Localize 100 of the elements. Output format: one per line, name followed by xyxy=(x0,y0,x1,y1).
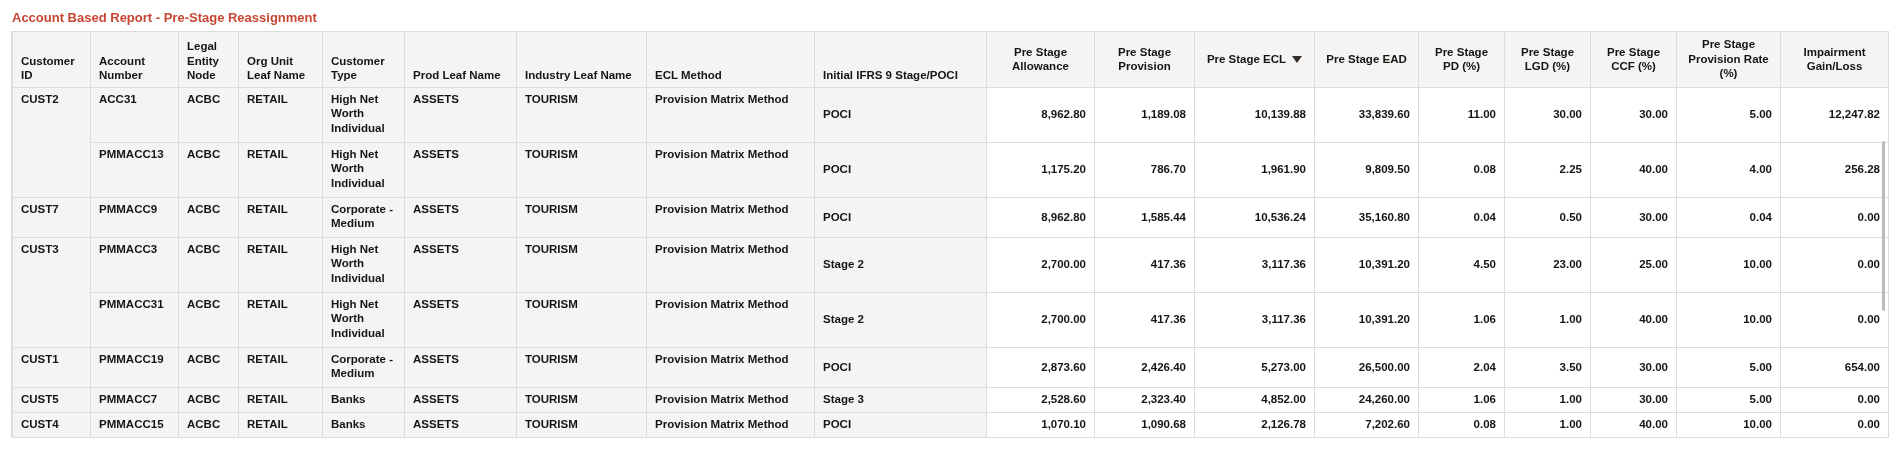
table-cell: Provision Matrix Method xyxy=(646,197,815,238)
table-cell: High Net Worth Individual xyxy=(322,292,405,348)
table-cell: 30.00 xyxy=(1504,87,1591,143)
table-cell: ACBC xyxy=(178,292,239,348)
table-cell: 0.00 xyxy=(1780,237,1889,293)
column-header[interactable]: Pre Stage EAD xyxy=(1314,31,1419,88)
table-cell: 5.00 xyxy=(1676,347,1781,388)
table-cell: 3.50 xyxy=(1504,347,1591,388)
table-cell: Corporate - Medium xyxy=(322,197,405,238)
column-header[interactable]: Impairment Gain/Loss xyxy=(1780,31,1889,88)
table-cell: 0.04 xyxy=(1676,197,1781,238)
table-cell: POCI xyxy=(814,412,987,438)
table-cell: 654.00 xyxy=(1780,347,1889,388)
table-cell: ASSETS xyxy=(404,237,517,293)
table-cell: 35,160.80 xyxy=(1314,197,1419,238)
table-cell: TOURISM xyxy=(516,142,647,198)
table-cell: 1,585.44 xyxy=(1094,197,1195,238)
table-cell: ASSETS xyxy=(404,197,517,238)
table-cell: 4.00 xyxy=(1676,142,1781,198)
table-cell: 30.00 xyxy=(1590,87,1677,143)
table-cell: 417.36 xyxy=(1094,237,1195,293)
table-cell: PMMACC9 xyxy=(90,197,179,238)
table-cell: High Net Worth Individual xyxy=(322,142,405,198)
column-header[interactable]: Pre Stage LGD (%) xyxy=(1504,31,1591,88)
table-cell: 26,500.00 xyxy=(1314,347,1419,388)
table-cell: 1.00 xyxy=(1504,412,1591,438)
table-cell: TOURISM xyxy=(516,292,647,348)
table-cell: 11.00 xyxy=(1418,87,1505,143)
table-cell: 3,117.36 xyxy=(1194,237,1315,293)
table-cell: 786.70 xyxy=(1094,142,1195,198)
table-cell: High Net Worth Individual xyxy=(322,87,405,143)
table-cell: RETAIL xyxy=(238,387,323,413)
table-cell: 9,809.50 xyxy=(1314,142,1419,198)
table-cell: 0.00 xyxy=(1780,197,1889,238)
table-cell: 2,323.40 xyxy=(1094,387,1195,413)
table-cell: 1.06 xyxy=(1418,292,1505,348)
table-cell: 8,962.80 xyxy=(986,197,1095,238)
table-cell: Stage 3 xyxy=(814,387,987,413)
table-cell: 2,426.40 xyxy=(1094,347,1195,388)
column-header[interactable]: Pre Stage Provision Rate (%) xyxy=(1676,31,1781,88)
table-cell: 0.00 xyxy=(1780,412,1889,438)
column-header[interactable]: Org Unit Leaf Name xyxy=(238,31,323,88)
table-cell: Provision Matrix Method xyxy=(646,412,815,438)
table-cell: POCI xyxy=(814,87,987,143)
table-cell: Stage 2 xyxy=(814,292,987,348)
table-cell: 2,873.60 xyxy=(986,347,1095,388)
scrollbar-thumb[interactable] xyxy=(1882,140,1885,311)
table-cell: PMMACC13 xyxy=(90,142,179,198)
table-cell: ACBC xyxy=(178,237,239,293)
table-cell: PMMACC3 xyxy=(90,237,179,293)
column-header[interactable]: Prod Leaf Name xyxy=(404,31,517,88)
table-cell: 10,391.20 xyxy=(1314,237,1419,293)
table-cell: Provision Matrix Method xyxy=(646,142,815,198)
report-title: Account Based Report - Pre-Stage Reassignment xyxy=(11,9,318,27)
column-header[interactable]: Pre Stage ECL xyxy=(1194,31,1315,88)
table-cell: 2,700.00 xyxy=(986,237,1095,293)
table-cell: High Net Worth Individual xyxy=(322,237,405,293)
table-cell: ASSETS xyxy=(404,142,517,198)
table-cell: RETAIL xyxy=(238,292,323,348)
table-cell: 1,090.68 xyxy=(1094,412,1195,438)
column-header[interactable]: Customer ID xyxy=(12,31,91,88)
table-cell: 33,839.60 xyxy=(1314,87,1419,143)
table-cell: 1.00 xyxy=(1504,387,1591,413)
table-cell: 4,852.00 xyxy=(1194,387,1315,413)
table-cell: 256.28 xyxy=(1780,142,1889,198)
table-cell: ASSETS xyxy=(404,412,517,438)
table-cell: 5.00 xyxy=(1676,87,1781,143)
table-cell: RETAIL xyxy=(238,237,323,293)
column-header[interactable]: Pre Stage CCF (%) xyxy=(1590,31,1677,88)
column-header[interactable]: ECL Method xyxy=(646,31,815,88)
table-cell: 1,961.90 xyxy=(1194,142,1315,198)
table-cell: 10,391.20 xyxy=(1314,292,1419,348)
table-cell: 23.00 xyxy=(1504,237,1591,293)
table-cell: 417.36 xyxy=(1094,292,1195,348)
table-cell: Provision Matrix Method xyxy=(646,347,815,388)
table-cell: CUST3 xyxy=(12,237,91,348)
table-cell: CUST1 xyxy=(12,347,91,388)
column-header[interactable]: Pre Stage Allowance xyxy=(986,31,1095,88)
table-cell: 1,175.20 xyxy=(986,142,1095,198)
table-cell: 0.00 xyxy=(1780,387,1889,413)
table-cell: 12,247.82 xyxy=(1780,87,1889,143)
table-cell: Provision Matrix Method xyxy=(646,237,815,293)
table-cell: ASSETS xyxy=(404,347,517,388)
table-cell: 10,536.24 xyxy=(1194,197,1315,238)
column-header[interactable]: Pre Stage PD (%) xyxy=(1418,31,1505,88)
column-header[interactable]: Customer Type xyxy=(322,31,405,88)
table-cell: 30.00 xyxy=(1590,387,1677,413)
column-header[interactable]: Initial IFRS 9 Stage/POCI xyxy=(814,31,987,88)
column-header[interactable]: Industry Leaf Name xyxy=(516,31,647,88)
table-cell: 10.00 xyxy=(1676,237,1781,293)
column-header[interactable]: Account Number xyxy=(90,31,179,88)
table-cell: TOURISM xyxy=(516,387,647,413)
table-cell: ASSETS xyxy=(404,387,517,413)
table-cell: ASSETS xyxy=(404,292,517,348)
table-cell: 2,126.78 xyxy=(1194,412,1315,438)
column-header[interactable]: Pre Stage Provision xyxy=(1094,31,1195,88)
column-header[interactable]: Legal Entity Node xyxy=(178,31,239,88)
table-cell: TOURISM xyxy=(516,237,647,293)
table-cell: 2,700.00 xyxy=(986,292,1095,348)
table-cell: 30.00 xyxy=(1590,347,1677,388)
